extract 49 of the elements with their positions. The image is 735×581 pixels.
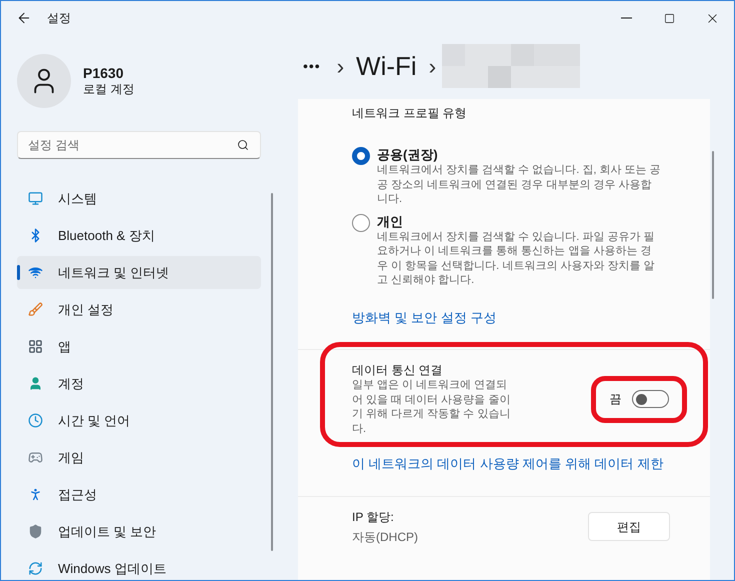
sidebar-item[interactable]: 시간 및 언어 bbox=[17, 404, 261, 437]
search-icon bbox=[237, 139, 249, 151]
sidebar-item[interactable]: Windows 업데이트 bbox=[17, 552, 261, 580]
sidebar-item[interactable]: 시스템 bbox=[17, 182, 261, 215]
data-limit-link[interactable]: 이 네트워크의 데이터 사용량 제어를 위해 데이터 제한 bbox=[352, 454, 690, 474]
monitor-icon bbox=[28, 191, 43, 206]
person-icon bbox=[28, 376, 43, 391]
sidebar-item[interactable]: 개인 설정 bbox=[17, 293, 261, 326]
setting-title: IP 할당: bbox=[352, 508, 395, 526]
sidebar-item[interactable]: 앱 bbox=[17, 330, 261, 363]
edit-button[interactable]: 편집 bbox=[588, 512, 670, 541]
section-title: 네트워크 프로필 유형 bbox=[352, 105, 468, 122]
setting-description: 일부 앱은 이 네트워크에 연결되어 있을 때 데이터 사용량을 줄이기 위해 다르게 작동할 수 있습니다. bbox=[352, 378, 512, 436]
sidebar-item[interactable]: 네트워크 및 인터넷 bbox=[17, 256, 261, 289]
setting-title: 데이터 통신 연결 bbox=[352, 362, 444, 378]
breadcrumb-separator: › bbox=[428, 52, 436, 80]
radio-button[interactable] bbox=[352, 214, 370, 232]
apps-icon bbox=[28, 339, 43, 354]
selection-indicator bbox=[17, 265, 20, 280]
setting-value: 자동(DHCP) bbox=[352, 528, 418, 546]
sidebar-item[interactable]: 업데이트 및 보안 bbox=[17, 515, 261, 548]
window-title: 설정 bbox=[47, 10, 71, 27]
sidebar-item[interactable]: 접근성 bbox=[17, 478, 261, 511]
sidebar-item[interactable]: 계정 bbox=[17, 367, 261, 400]
search-field[interactable]: 설정 검색 bbox=[17, 131, 261, 159]
toggle-switch[interactable] bbox=[632, 390, 668, 408]
firewall-link[interactable]: 방화벽 및 보안 설정 구성 bbox=[352, 308, 690, 327]
update-icon bbox=[28, 561, 43, 576]
more-button[interactable]: ••• bbox=[303, 56, 321, 76]
option-description: 네트워크에서 장치를 검색할 수 없습니다. 집, 회사 또는 공공 장소의 네트워크에 연결된 경우 대부분의 경우 사용합니다. bbox=[377, 163, 662, 206]
radio-button[interactable] bbox=[352, 147, 370, 165]
option-label: 개인 bbox=[377, 212, 404, 230]
accessibility-icon bbox=[28, 487, 43, 502]
page-title: Wi-Fi bbox=[356, 50, 417, 82]
sidebar-item[interactable]: 게임 bbox=[17, 441, 261, 474]
clock-icon bbox=[28, 413, 43, 428]
user-name: P1630 bbox=[83, 65, 124, 82]
breadcrumb-separator: › bbox=[336, 52, 344, 80]
option-description: 네트워크에서 장치를 검색할 수 있습니다. 파일 공유가 필요하거나 이 네트워크를 통해 통신하는 앱을 사용하는 경우 이 항목을 선택합니다. 네트워크의 사용자와 장치를 알고 신뢰해야 합니다. bbox=[377, 230, 656, 288]
gamepad-icon bbox=[28, 450, 43, 465]
toggle-state: 끔 bbox=[610, 391, 622, 408]
minimize-icon bbox=[621, 17, 632, 19]
shield-icon bbox=[28, 524, 43, 539]
option-label: 공용(권장) bbox=[377, 146, 439, 163]
wifi-icon bbox=[28, 265, 43, 280]
account-type: 로컬 계정 bbox=[83, 82, 134, 97]
maximize-icon bbox=[664, 12, 675, 24]
brush-icon bbox=[28, 302, 43, 317]
sidebar-item[interactable]: Bluetooth & 장치 bbox=[17, 219, 261, 252]
